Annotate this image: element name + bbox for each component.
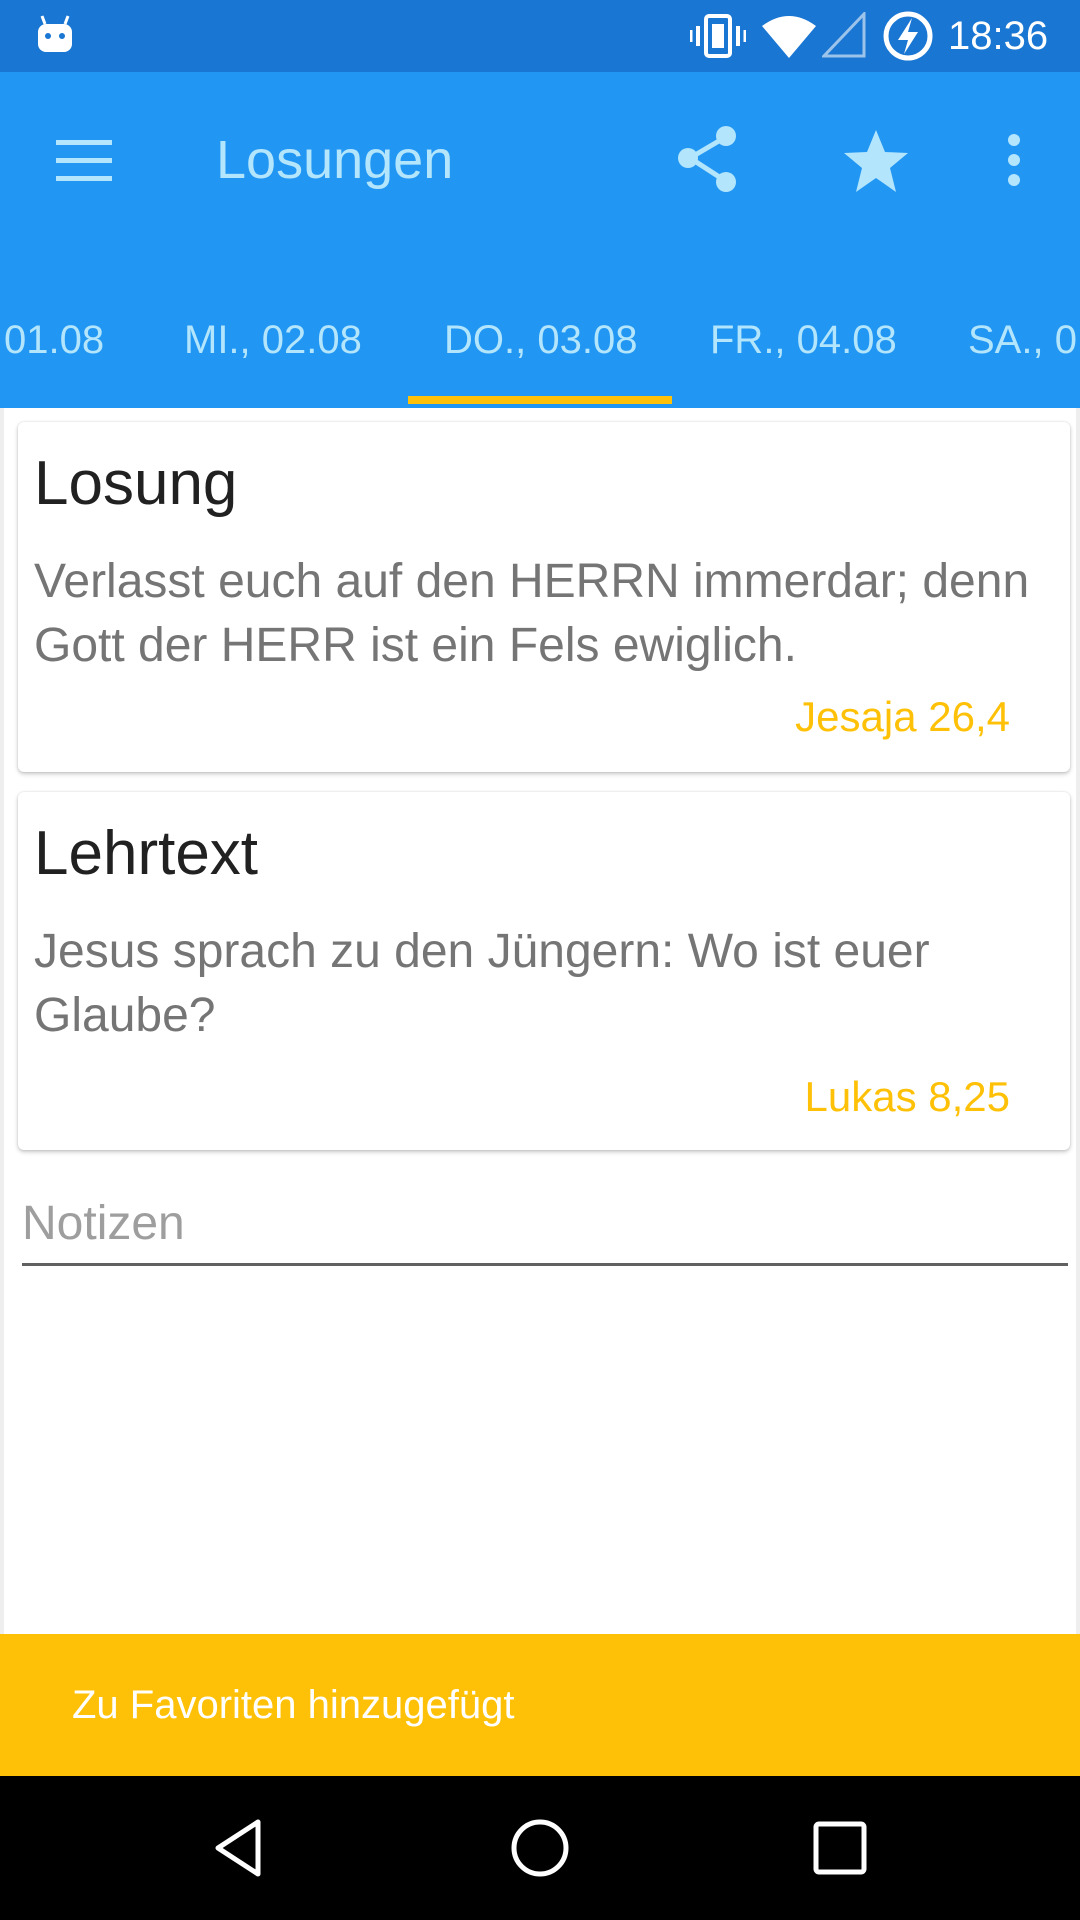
more-vert-icon[interactable] [984, 120, 1044, 200]
tab-01-08[interactable]: 01.08 [4, 284, 104, 396]
lehrtext-title: Lehrtext [34, 819, 259, 888]
app-title: Losungen [216, 130, 454, 190]
vibrate-icon [690, 14, 746, 58]
notes-input[interactable] [22, 1184, 1068, 1266]
star-icon[interactable] [836, 120, 916, 200]
losung-card: Losung Verlasst euch auf den HERRN immer… [18, 422, 1070, 772]
share-icon[interactable] [668, 120, 748, 200]
wifi-icon [762, 16, 816, 58]
menu-icon[interactable] [40, 116, 128, 204]
battery-charging-icon [883, 11, 933, 61]
lehrtext-card: Lehrtext Jesus sprach zu den Jüngern: Wo… [18, 792, 1070, 1150]
losung-text: Verlasst euch auf den HERRN immerdar; de… [34, 555, 1030, 672]
status-bar: 18:36 [0, 0, 1080, 72]
tab-02-08[interactable]: MI., 02.08 [184, 284, 362, 396]
signal-icon [822, 12, 866, 58]
back-icon[interactable] [204, 1812, 276, 1884]
lehrtext-text: Jesus sprach zu den Jüngern: Wo ist euer… [34, 925, 930, 1042]
recents-icon[interactable] [804, 1812, 876, 1884]
tab-04-08[interactable]: FR., 04.08 [710, 284, 897, 396]
selected-tab-indicator [408, 396, 672, 404]
home-icon[interactable] [504, 1812, 576, 1884]
snackbar: Zu Favoriten hinzugefügt [0, 1634, 1080, 1776]
date-tabs: 01.08 MI., 02.08 DO., 03.08 FR., 04.08 S… [0, 284, 1080, 408]
losung-reference[interactable]: Jesaja 26,4 [795, 690, 1010, 744]
app-screen: 18:36 Losungen 01.08 MI., 02.08 DO., 03.… [0, 0, 1080, 1920]
content-area: Losung Verlasst euch auf den HERRN immer… [0, 408, 1080, 1634]
navigation-bar [0, 1776, 1080, 1920]
android-notification-icon [38, 15, 72, 52]
snackbar-message: Zu Favoriten hinzugefügt [72, 1683, 515, 1727]
status-time: 18:36 [948, 14, 1049, 58]
losung-title: Losung [34, 449, 238, 518]
lehrtext-reference[interactable]: Lukas 8,25 [805, 1070, 1011, 1124]
tab-03-08[interactable]: DO., 03.08 [444, 284, 637, 396]
app-bar: Losungen 01.08 MI., 02.08 DO., 03.08 FR.… [0, 72, 1080, 408]
tab-05-08[interactable]: SA., 0 [968, 284, 1077, 396]
